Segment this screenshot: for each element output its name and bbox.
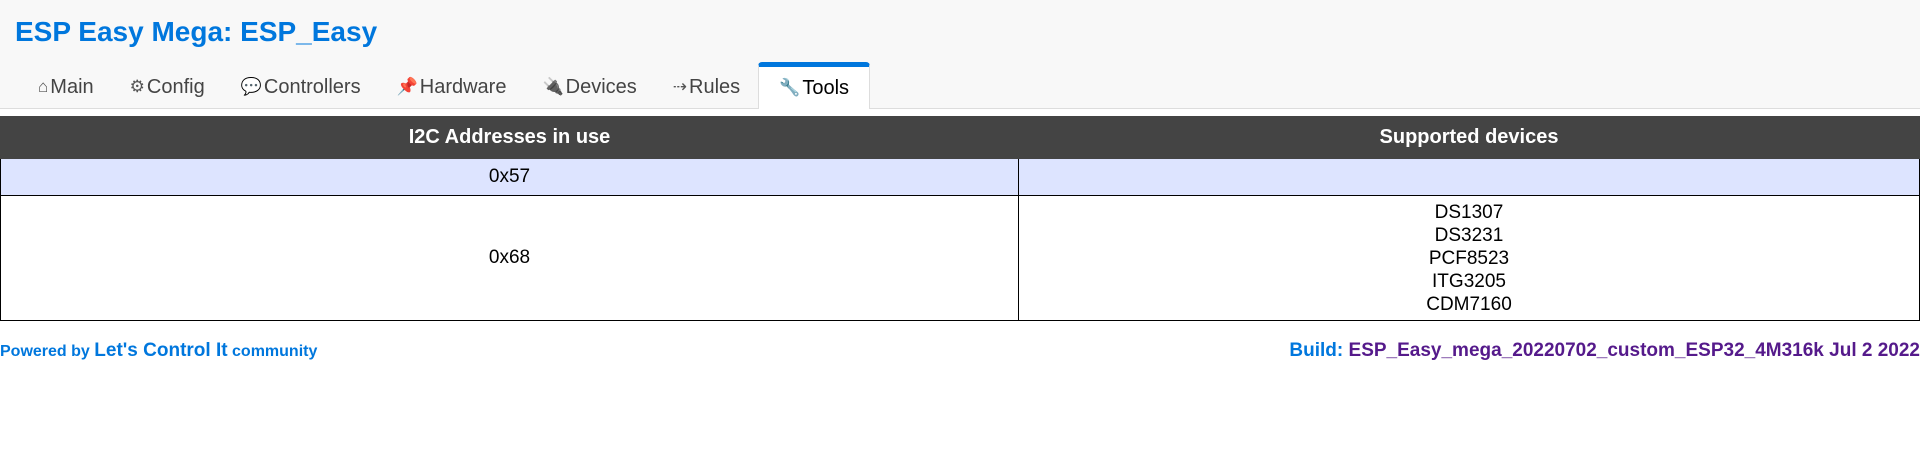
tab-controllers[interactable]: 💬 Controllers [223,65,379,109]
powered-suffix: community [232,343,318,360]
device-name: CDM7160 [1426,293,1512,315]
tab-rules[interactable]: ⇢ Rules [655,65,758,109]
device-name: PCF8523 [1428,247,1510,269]
tab-label: Config [146,75,205,98]
tab-label: Controllers [263,75,361,98]
tab-devices[interactable]: 🔌 Devices [524,65,654,109]
table-row: 0x57 [0,158,1920,196]
tab-config[interactable]: ⚙ Config [112,65,223,109]
column-header-address: I2C Addresses in use [0,116,1019,159]
build-value: ESP_Easy_mega_20220702_custom_ESP32_4M31… [1348,340,1920,361]
tab-label: Main [50,75,94,98]
address-cell: 0x68 [0,195,1019,321]
tab-label: Devices [565,75,637,98]
pin-icon: 📌 [396,77,418,96]
home-icon: ⌂ [38,77,49,96]
wrench-icon: 🔧 [779,78,801,97]
devices-cell [1018,158,1920,196]
tab-main[interactable]: ⌂ Main [20,65,112,109]
powered-prefix: Powered by [0,343,90,360]
tab-tools[interactable]: 🔧 Tools [758,62,871,109]
tab-label: Rules [689,75,741,98]
table-row: 0x68 DS1307 DS3231 PCF8523 ITG3205 CDM71… [0,195,1920,321]
main-tabs: ⌂ Main ⚙ Config 💬 Controllers 📌 Hardware… [20,62,871,109]
speech-bubble-icon: 💬 [240,77,262,96]
top-bar: ESP Easy Mega: ESP_Easy ⌂ Main ⚙ Config … [0,0,1920,109]
powered-by: Powered by Let's Control It community [0,340,317,362]
plug-icon: 🔌 [542,77,564,96]
device-name: DS1307 [1434,201,1504,223]
arrow-icon: ⇢ [672,77,688,96]
devices-cell: DS1307 DS3231 PCF8523 ITG3205 CDM7160 [1018,195,1920,321]
build-info: Build: ESP_Easy_mega_20220702_custom_ESP… [1289,340,1920,362]
lets-control-it-link[interactable]: Let's Control It [94,340,227,361]
device-name: DS3231 [1434,224,1504,246]
device-name: ITG3205 [1432,270,1506,292]
build-label: Build: [1289,340,1344,361]
page-title: ESP Easy Mega: ESP_Easy [15,16,378,47]
address-cell: 0x57 [0,158,1019,196]
tab-label: Hardware [419,75,507,98]
gear-icon: ⚙ [129,77,145,96]
tab-hardware[interactable]: 📌 Hardware [379,65,525,109]
table-header-row: I2C Addresses in use Supported devices [0,116,1920,159]
tab-label: Tools [802,76,850,99]
column-header-devices: Supported devices [1018,116,1920,159]
i2c-scan-table: I2C Addresses in use Supported devices 0… [0,116,1920,321]
